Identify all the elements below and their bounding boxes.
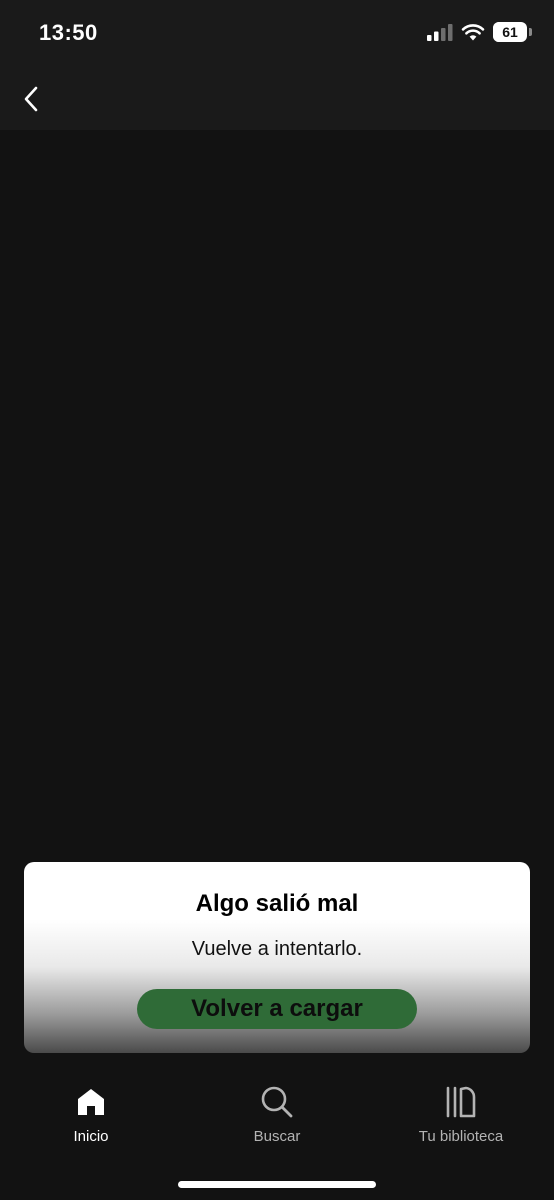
tab-home[interactable]: Inicio <box>16 1084 166 1145</box>
tab-library-label: Tu biblioteca <box>418 1128 504 1145</box>
home-icon <box>73 1084 109 1120</box>
nav-header <box>0 68 554 130</box>
error-title: Algo salió mal <box>195 890 359 917</box>
error-message: Vuelve a intentarlo. <box>191 938 363 960</box>
error-card: Algo salió mal Vuelve a intentarlo. Volv… <box>24 862 530 1053</box>
tab-library[interactable]: Tu biblioteca <box>386 1084 536 1145</box>
tab-home-label: Inicio <box>73 1128 109 1145</box>
wifi-icon <box>461 24 485 41</box>
back-button[interactable] <box>12 80 50 118</box>
tab-search[interactable]: Buscar <box>202 1084 352 1145</box>
status-time: 13:50 <box>39 20 98 45</box>
status-icons: 61 <box>427 22 532 42</box>
status-bar: 13:50 61 <box>0 0 554 68</box>
tab-search-label: Buscar <box>253 1128 301 1145</box>
battery-icon: 61 <box>493 22 527 42</box>
search-icon <box>259 1084 295 1120</box>
home-indicator <box>178 1181 376 1188</box>
battery-level: 61 <box>502 24 518 40</box>
reload-button[interactable]: Volver a cargar <box>137 989 417 1029</box>
battery-cap <box>529 28 532 36</box>
library-icon <box>443 1084 479 1120</box>
chevron-left-icon <box>24 86 38 112</box>
cellular-signal-icon <box>427 24 453 41</box>
